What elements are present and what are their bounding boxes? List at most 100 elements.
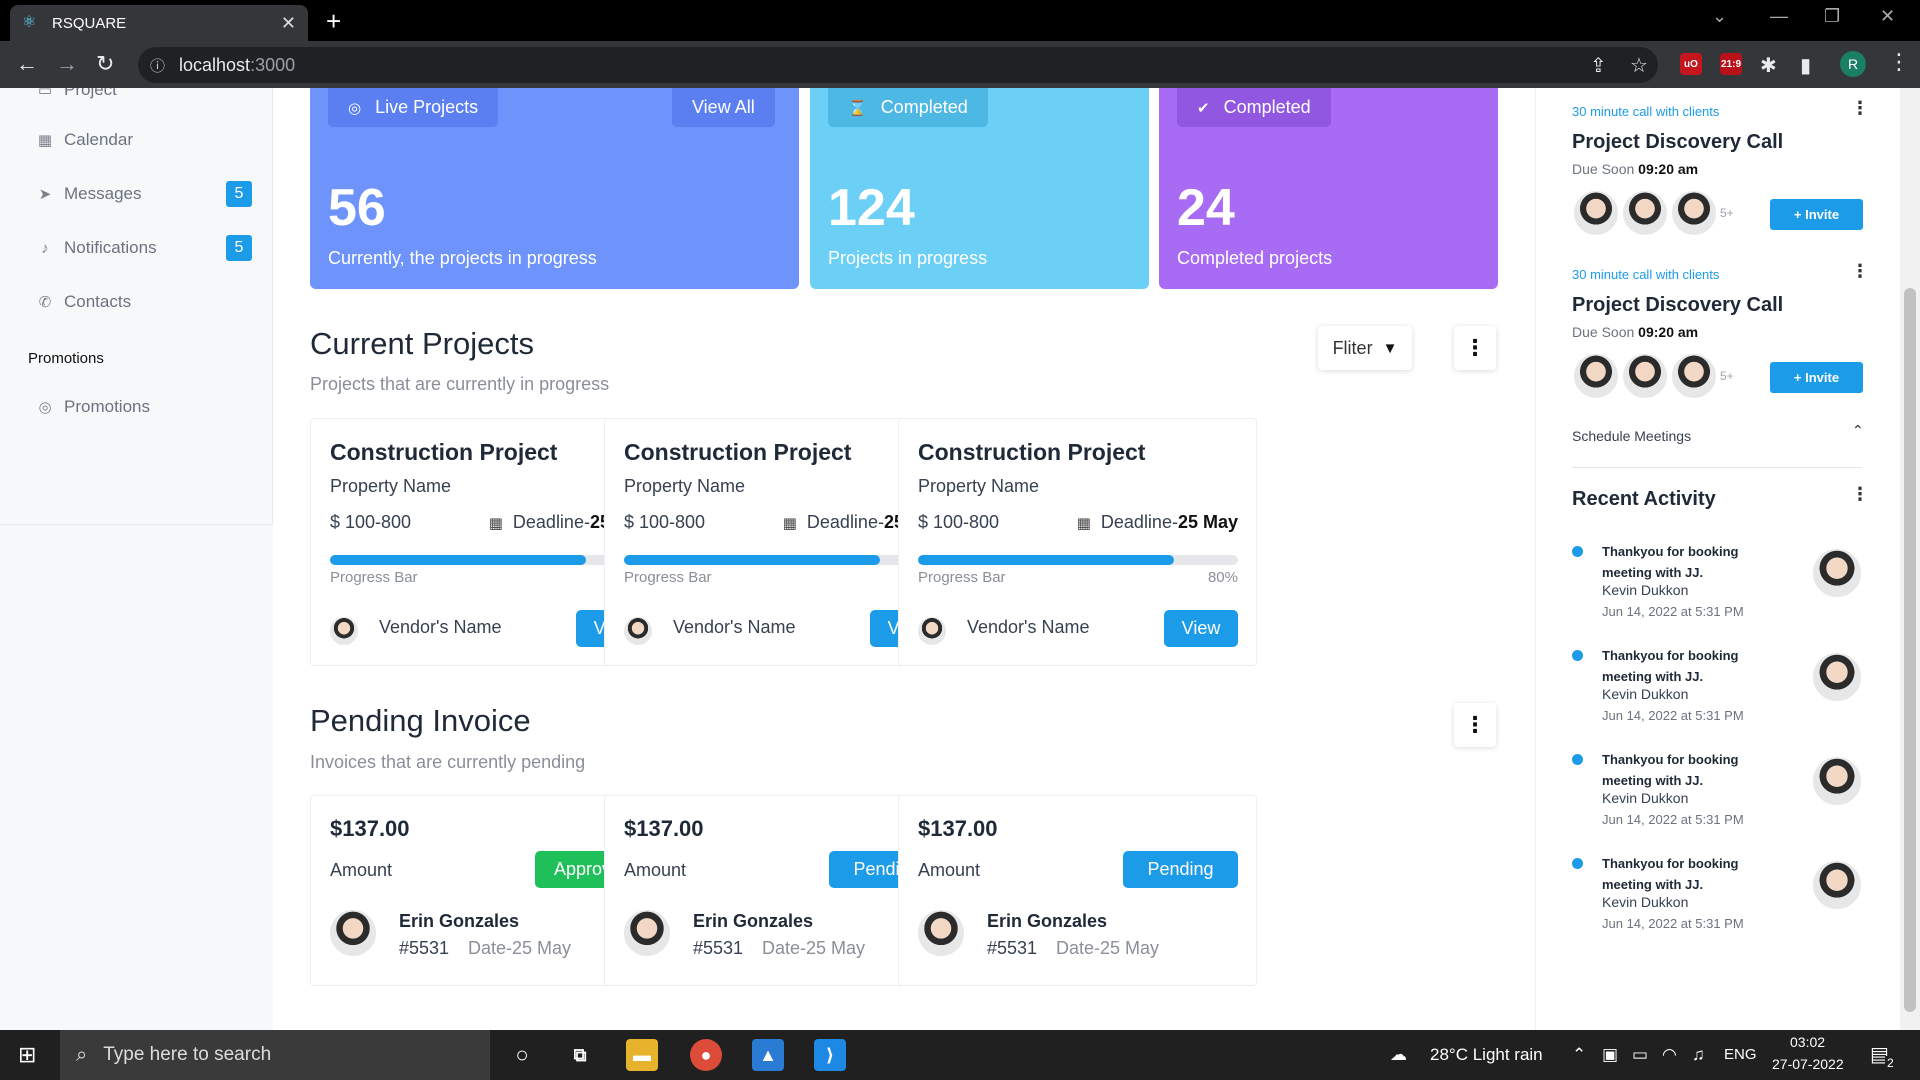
ublock-extension-icon[interactable]: uO <box>1680 53 1702 75</box>
site-info-icon[interactable]: ⓘ <box>150 55 165 76</box>
activity-timestamp: Jun 14, 2022 at 5:31 PM <box>1602 708 1744 723</box>
close-window-icon[interactable]: ✕ <box>1880 6 1895 27</box>
aspect-ratio-extension-icon[interactable]: 21:9 <box>1720 53 1742 75</box>
bookmark-star-icon[interactable]: ☆ <box>1630 53 1648 78</box>
meeting-due: Due Soon 09:20 am <box>1572 324 1699 340</box>
activity-avatar <box>1811 547 1863 599</box>
wifi-icon[interactable]: ◠ <box>1662 1045 1677 1065</box>
address-bar[interactable]: ⓘ localhost:3000 <box>138 47 1658 83</box>
sidebar-item-notifications[interactable]: ♪ Notifications <box>36 238 157 258</box>
view-button[interactable]: View <box>1164 610 1238 647</box>
client-avatar <box>916 908 966 958</box>
filter-button[interactable]: Fliter ▼ <box>1318 326 1412 370</box>
folder-icon: ▭ <box>37 88 53 99</box>
windows-taskbar: ⊞ ⌕ Type here to search ○ ⧉ ▬ ● ▲ ⟩ ☁ 28… <box>0 1030 1920 1080</box>
stat-description: Projects in progress <box>828 248 988 268</box>
back-icon[interactable]: ← <box>16 51 38 77</box>
tab-search-icon[interactable]: ⌄ <box>1712 6 1727 27</box>
chrome-icon[interactable]: ● <box>690 1039 722 1071</box>
schedule-meetings-label[interactable]: Schedule Meetings <box>1572 428 1691 444</box>
close-tab-icon[interactable]: ✕ <box>281 13 296 34</box>
double-check-icon: ✔ <box>1197 99 1210 117</box>
share-icon[interactable]: ⇪ <box>1590 53 1607 78</box>
weather-icon[interactable]: ☁ <box>1390 1045 1407 1065</box>
recent-activity-more-icon[interactable]: ⋮ <box>1851 484 1869 505</box>
vscode-icon[interactable]: ⟩ <box>814 1039 846 1071</box>
stat-card-live-projects: ◎ Live Projects View All 56 Currently, t… <box>310 88 799 289</box>
sidebar-item-label: Notifications <box>64 238 157 257</box>
view-all-button[interactable]: View All <box>672 88 775 127</box>
browser-tab[interactable]: ⚛ RSQUARE ✕ <box>10 5 308 41</box>
current-projects-title: Current Projects <box>310 326 534 361</box>
amount-label: Amount <box>330 860 393 880</box>
activity-dot <box>1572 754 1583 765</box>
attendee-avatar <box>1572 189 1620 237</box>
meeting-subtitle: 30 minute call with clients <box>1572 267 1720 282</box>
progress-percent: 80% <box>1207 569 1238 586</box>
tray-device-icon[interactable]: ▣ <box>1602 1045 1618 1065</box>
completed-chip: ✔ Completed <box>1177 88 1331 127</box>
invoice-amount: $137.00 <box>330 816 410 841</box>
reload-icon[interactable]: ↻ <box>96 51 114 77</box>
stat-number: 24 <box>1177 179 1235 237</box>
client-name: Erin Gonzales <box>399 911 520 931</box>
scrollbar-thumb[interactable] <box>1904 288 1916 1012</box>
meeting-due: Due Soon 09:20 am <box>1572 161 1699 177</box>
file-explorer-icon[interactable]: ▬ <box>626 1039 658 1071</box>
live-projects-chip: ◎ Live Projects <box>328 88 499 127</box>
sidebar-item-messages[interactable]: ➤ Messages <box>36 184 142 204</box>
tray-chevron-icon[interactable]: ⌃ <box>1572 1045 1586 1065</box>
extensions-puzzle-icon[interactable]: ✱ <box>1760 53 1777 78</box>
new-tab-icon[interactable]: + <box>326 6 341 37</box>
hourglass-icon: ⌛ <box>848 99 867 117</box>
sidebar-item-label: Calendar <box>64 130 133 149</box>
profile-avatar[interactable]: R <box>1840 51 1866 77</box>
current-projects-more-button[interactable]: ⋮ <box>1454 326 1496 370</box>
project-title: Construction Project <box>330 439 558 465</box>
sidebar-item-contacts[interactable]: ✆ Contacts <box>36 292 131 312</box>
side-panel-icon[interactable]: ▮ <box>1800 53 1811 78</box>
taskbar-search[interactable]: ⌕ Type here to search <box>60 1030 490 1080</box>
vendor-name: Vendor's Name <box>967 617 1090 637</box>
clock-time[interactable]: 03:02 <box>1790 1034 1825 1050</box>
project-card: Construction Project Property Name $ 100… <box>898 418 1257 666</box>
restore-icon[interactable]: ❐ <box>1824 6 1840 27</box>
status-badge[interactable]: Pending <box>1123 851 1238 888</box>
meeting-more-icon[interactable]: ⋮ <box>1851 98 1869 119</box>
send-icon: ➤ <box>38 186 52 203</box>
pending-invoice-more-button[interactable]: ⋮ <box>1454 703 1496 747</box>
volume-icon[interactable]: ♫ <box>1692 1045 1705 1065</box>
invoice-date: Date-25 May <box>1056 938 1160 958</box>
language-indicator[interactable]: ENG <box>1724 1046 1757 1063</box>
invite-button[interactable]: + Invite <box>1770 362 1863 393</box>
sidebar-item-label: Promotions <box>64 397 150 416</box>
activity-text: Thankyou for booking meeting with JJ. <box>1602 544 1739 580</box>
phone-icon: ✆ <box>38 294 52 311</box>
sidebar-item-calendar[interactable]: ▦ Calendar <box>36 130 133 150</box>
page-scrollbar[interactable] <box>1900 88 1920 1030</box>
amount-label: Amount <box>918 860 981 880</box>
photos-icon[interactable]: ▲ <box>752 1039 784 1071</box>
property-name: Property Name <box>330 476 452 496</box>
invoice-amount: $137.00 <box>918 816 998 841</box>
meeting-more-icon[interactable]: ⋮ <box>1851 261 1869 282</box>
activity-user-name: Kevin Dukkon <box>1602 582 1689 598</box>
invite-button[interactable]: + Invite <box>1770 199 1863 230</box>
funnel-icon: ▼ <box>1382 339 1398 357</box>
browser-menu-icon[interactable]: ⋮ <box>1888 49 1910 75</box>
weather-text[interactable]: 28°C Light rain <box>1430 1045 1543 1065</box>
minimize-icon[interactable]: — <box>1770 6 1788 27</box>
sidebar-item-label: Messages <box>64 184 142 203</box>
windows-start-icon[interactable]: ⊞ <box>18 1042 36 1068</box>
task-view-icon[interactable]: ⧉ <box>564 1039 596 1071</box>
battery-icon[interactable]: ▭ <box>1632 1045 1648 1065</box>
sidebar-item-promotions[interactable]: ◎ Promotions <box>36 397 150 417</box>
client-name: Erin Gonzales <box>987 911 1108 931</box>
clock-date[interactable]: 27-07-2022 <box>1772 1056 1844 1072</box>
project-title: Construction Project <box>624 439 852 465</box>
chevron-up-icon[interactable]: ⌃ <box>1852 422 1864 439</box>
forward-icon[interactable]: → <box>56 51 78 77</box>
cortana-icon[interactable]: ○ <box>506 1039 538 1071</box>
progress-label: Progress Bar <box>330 569 418 586</box>
sidebar-item-project[interactable]: ▭ Project <box>36 88 117 100</box>
